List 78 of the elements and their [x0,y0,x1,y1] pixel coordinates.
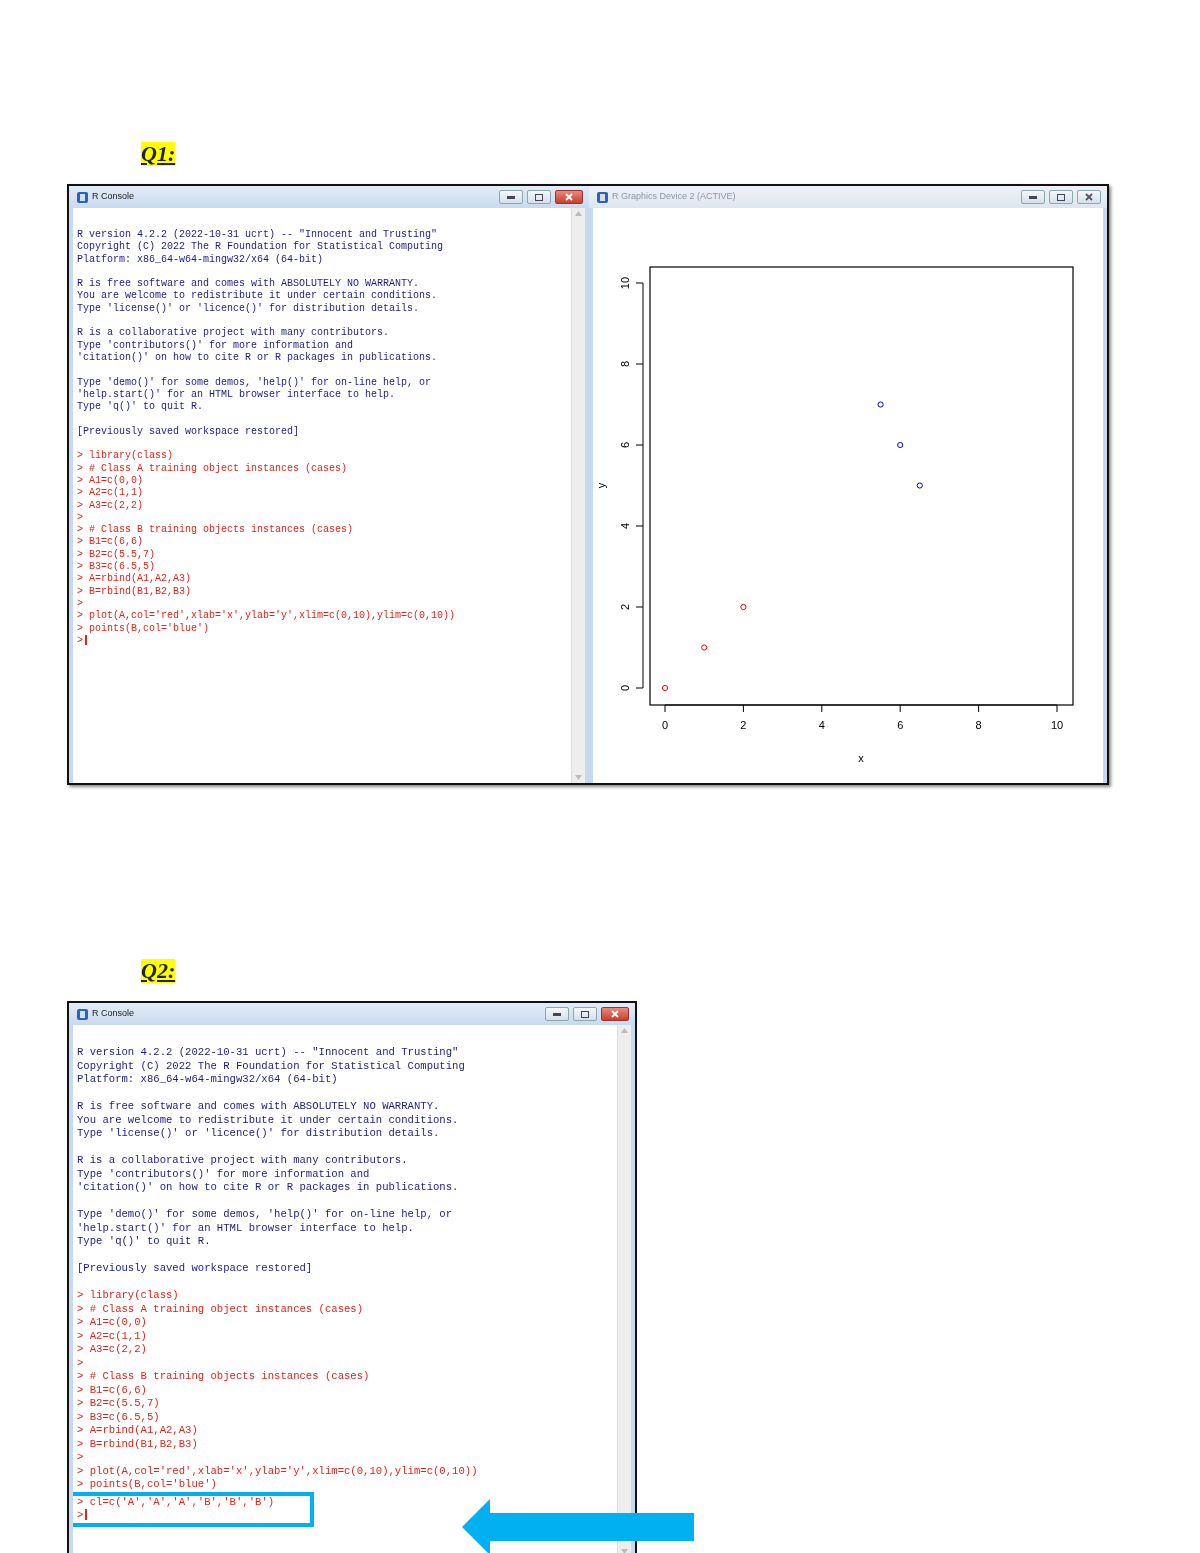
output-line: R is free software and comes with ABSOLUTELY NO WARRANTY. [77,1100,440,1112]
tick-label: 2 [740,719,747,731]
command-line: > [77,1356,84,1369]
output-line: Type 'license()' or 'licence()' for distribution details. [77,302,420,314]
command-line: > # Class B training objects instances (cases) [77,524,354,536]
axis-label: y [595,482,607,489]
command-line: > A3=c(2,2) [77,499,143,511]
output-line: Type 'license()' or 'licence()' for distribution details. [77,1127,440,1139]
question-heading: Q2: [141,959,176,984]
output-line: You are welcome to redistribute it under certain conditions. [77,290,438,302]
output-line: Platform: x86_64-w64-mingw32/x64 (64-bit) [77,253,324,265]
tick-label: 0 [619,684,631,692]
output-line: R version 4.2.2 (2022-10-31 ucrt) -- "Innocent and Trusting" [77,1046,459,1058]
output-line: Type 'contributors()' for more information and [77,1167,370,1180]
tick-label: 0 [661,719,669,731]
command-line: > A1=c(0,0) [77,474,143,486]
tick-label: 2 [619,603,631,611]
output-line: [Previously saved workspace restored] [77,425,300,437]
command-line: > B=rbind(B1,B2,B3) [77,585,192,597]
output-line: You are welcome to redistribute it under certain conditions. [77,1113,459,1126]
window-title: R Graphics Device 2 (ACTIVE) [612,190,736,204]
command-line: > B=rbind(B1,B2,B3) [77,1437,198,1450]
command-line: > cl=c('A','A','A','B','B','B') [77,1495,275,1508]
tick-label: 4 [619,522,631,530]
output-line: R is free software and comes with ABSOLUTELY NO WARRANTY. [77,278,420,290]
command-line: > B1=c(6,6) [77,1383,147,1396]
command-line: > plot(A,col='red',xlab='x',ylab='y',xlim=c(0,10),ylim=c(0,10)) [77,610,456,622]
command-line: > A2=c(1,1) [77,1329,147,1342]
command-line: > [77,597,83,609]
output-line: R is a collaborative project with many contributors. [77,1154,408,1166]
command-line: > A1=c(0,0) [77,1316,147,1328]
output-line: Copyright (C) 2022 The R Foundation for Statistical Computing [77,241,444,253]
tick-label: 8 [975,719,982,731]
command-line: > A2=c(1,1) [77,487,143,499]
output-line: [Previously saved workspace restored] [77,1262,313,1274]
tick-label: 6 [897,719,904,731]
output-line: Type 'contributors()' for more information and [77,339,354,351]
command-line: > # Class A training object instances (cases) [77,1302,364,1315]
command-line: > # Class B training objects instances (cases) [77,1370,370,1382]
command-line: > B2=c(5.5,7) [77,548,155,560]
output-line: 'citation()' on how to cite R or R packages in publications. [77,351,438,363]
command-line: > B3=c(6.5,5) [77,1410,160,1423]
command-line: > [77,511,83,523]
command-line: > B3=c(6.5,5) [77,561,155,572]
command-line: > plot(A,col='red',xlab='x',ylab='y',xlim=c(0,10),ylim=c(0,10)) [77,1464,478,1477]
command-line: > A=rbind(A1,A2,A3) [77,573,192,585]
command-line: > [77,1509,84,1521]
command-line: > B1=c(6,6) [77,536,143,548]
output-line: Platform: x86_64-w64-mingw32/x64 (64-bit) [77,1073,338,1085]
output-line: Type 'q()' to quit R. [77,1235,211,1247]
command-line: > [77,634,83,646]
command-line: > points(B,col='blue') [77,622,210,634]
command-line: > A3=c(2,2) [77,1343,147,1355]
axis-label: x [858,752,864,764]
output-line: Type 'demo()' for some demos, 'help()' for on-line help, or [77,376,432,388]
tick-label: 10 [1050,719,1064,731]
command-line: > A=rbind(A1,A2,A3) [77,1424,198,1436]
command-line: > points(B,col='blue') [77,1478,217,1490]
tick-label: 6 [619,441,631,449]
command-line: > library(class) [77,450,173,462]
output-line: Copyright (C) 2022 The R Foundation for Statistical Computing [77,1059,465,1072]
window-title: R Console [92,190,135,204]
output-line: 'citation()' on how to cite R or R packages in publications. [77,1181,459,1193]
command-line: > [77,1451,84,1463]
command-line: > B2=c(5.5,7) [77,1397,160,1409]
command-line: > library(class) [77,1289,179,1301]
window-title: R Console [92,1007,135,1021]
tick-label: 4 [818,719,825,731]
output-line: R version 4.2.2 (2022-10-31 ucrt) -- "Innocent and Trusting" [77,229,438,240]
tick-label: 8 [619,360,631,368]
command-line: > # Class A training object instances (cases) [77,462,348,474]
output-line: Type 'demo()' for some demos, 'help()' for on-line help, or [77,1208,453,1220]
output-line: 'help.start()' for an HTML browser interface to help. [77,1221,414,1234]
output-line: 'help.start()' for an HTML browser interface to help. [77,388,396,400]
output-line: Type 'q()' to quit R. [77,401,204,413]
question-heading: Q1: [141,142,176,167]
output-line: R is a collaborative project with many contributors. [77,327,390,339]
tick-label: 10 [619,276,631,290]
